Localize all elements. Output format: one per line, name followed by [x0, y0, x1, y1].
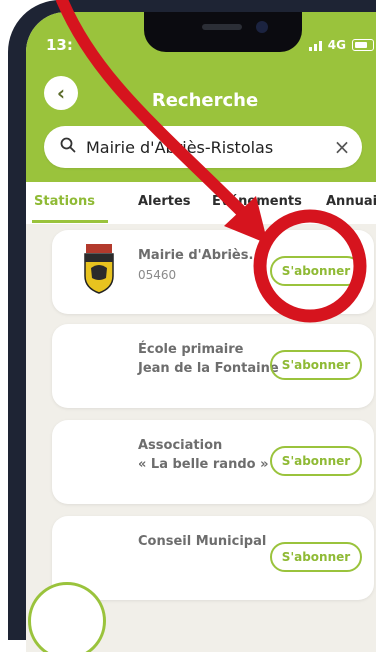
tab-stations[interactable]: Stations — [34, 194, 95, 209]
result-name-line1: Association — [138, 438, 223, 453]
active-tab-indicator — [32, 220, 108, 223]
subscribe-button[interactable]: S'abonner — [270, 542, 362, 572]
result-card[interactable]: Association « La belle rando » S'abonner — [52, 420, 374, 504]
result-postal-code: 05460 — [138, 268, 177, 282]
search-field[interactable]: Mairie d'Abriès-Ristolas × — [44, 126, 362, 168]
search-input[interactable]: Mairie d'Abriès-Ristolas — [86, 138, 322, 157]
subscribe-button[interactable]: S'abonner — [270, 446, 362, 476]
result-name: Mairie d'Abriès... — [138, 248, 264, 263]
status-indicators: 4G — [308, 38, 374, 52]
result-name-line1: École primaire — [138, 342, 244, 357]
battery-icon — [352, 39, 374, 51]
signal-icon — [308, 39, 322, 51]
result-card[interactable]: Mairie d'Abriès... 05460 S'abonner — [52, 230, 374, 314]
network-label: 4G — [327, 38, 346, 52]
tab-alertes[interactable]: Alertes — [138, 194, 191, 209]
status-time: 13: — [46, 36, 73, 54]
subscribe-button[interactable]: S'abonner — [270, 256, 362, 286]
result-name: Association « La belle rando » — [138, 436, 268, 474]
tab-annuaire[interactable]: Annuaire — [326, 194, 376, 209]
floating-action-button[interactable] — [28, 582, 106, 652]
page-title: Recherche — [151, 90, 259, 111]
tab-evenements[interactable]: Événements — [212, 194, 302, 209]
camera-notch — [144, 12, 302, 52]
clear-icon[interactable]: × — [322, 135, 362, 159]
result-card[interactable]: École primaire Jean de la Fontaine S'abo… — [52, 324, 374, 408]
result-name-line2: « La belle rando » — [138, 457, 269, 472]
phone-frame: 13: 4G ‹ Recherche Mairie d'Abriès-Risto… — [8, 0, 376, 652]
subscribe-button[interactable]: S'abonner — [270, 350, 362, 380]
search-icon — [50, 137, 86, 157]
tab-bar: Stations Alertes Événements Annuaire — [26, 182, 376, 224]
result-card[interactable]: Conseil Municipal S'abonner — [52, 516, 374, 600]
result-name-line2: Jean de la Fontaine — [138, 361, 279, 376]
result-name: Conseil Municipal — [138, 534, 267, 549]
result-name: École primaire Jean de la Fontaine — [138, 340, 279, 378]
app-screen: 13: 4G ‹ Recherche Mairie d'Abriès-Risto… — [26, 12, 376, 652]
app-header: 13: 4G ‹ Recherche Mairie d'Abriès-Risto… — [26, 12, 376, 182]
crest-icon — [84, 244, 114, 294]
